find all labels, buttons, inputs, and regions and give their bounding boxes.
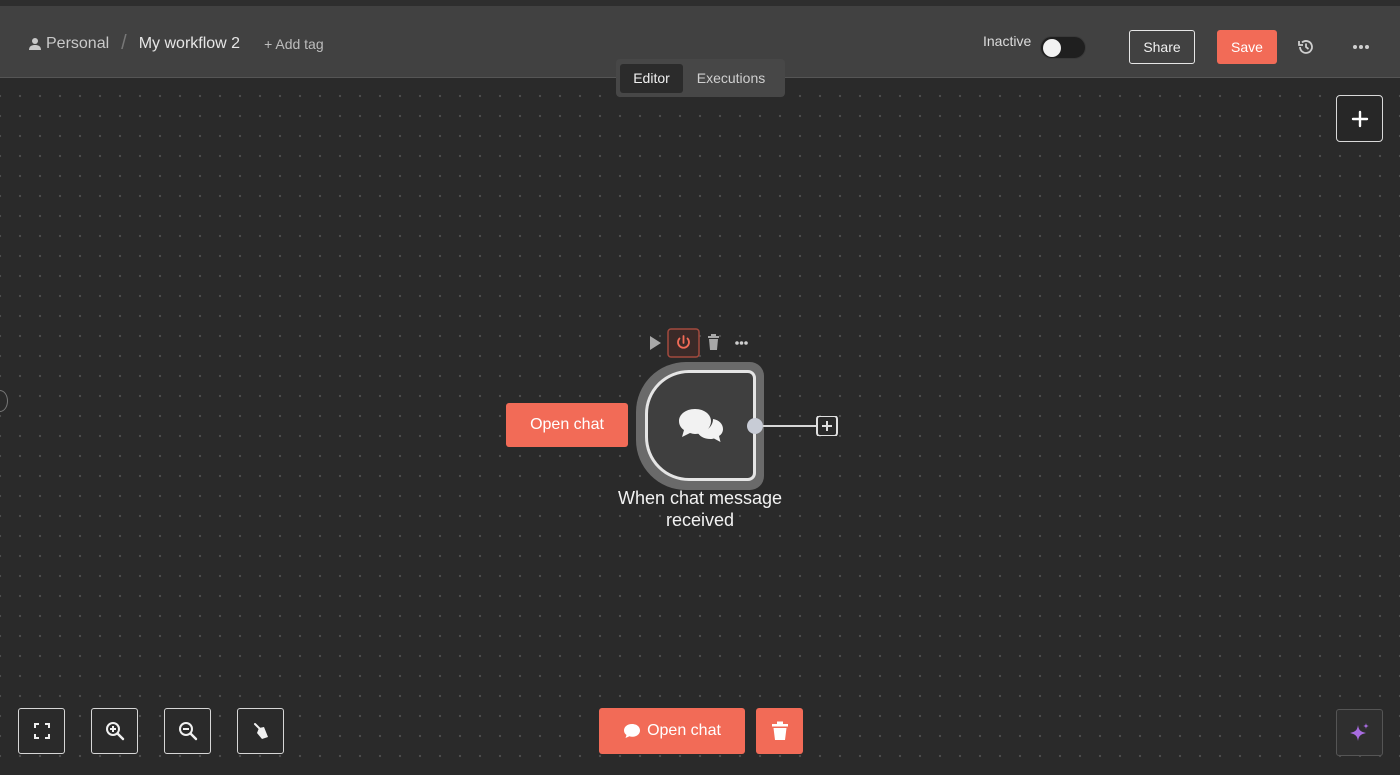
open-chat-label: Open chat	[647, 722, 721, 739]
chat-icon	[624, 724, 641, 738]
zoom-out-icon	[178, 722, 197, 741]
deactivate-node-icon[interactable]	[667, 328, 700, 358]
delete-chat-button[interactable]	[756, 708, 803, 754]
toggle-knob	[1043, 39, 1061, 57]
tab-editor[interactable]: Editor	[620, 63, 683, 93]
add-tag-button[interactable]: + Add tag	[264, 36, 324, 52]
project-link[interactable]: Personal	[46, 35, 109, 53]
share-button[interactable]: Share	[1129, 30, 1195, 64]
add-next-node-icon[interactable]	[816, 416, 838, 436]
canvas-controls	[18, 708, 310, 754]
tidy-up-button[interactable]	[237, 708, 284, 754]
zoom-out-button[interactable]	[164, 708, 211, 754]
node-title-line-1: When chat message	[617, 488, 783, 508]
open-chat-side-button[interactable]: Open chat	[506, 403, 628, 447]
active-status-label: Inactive	[983, 33, 1032, 49]
broom-icon	[253, 723, 268, 739]
person-icon	[29, 37, 41, 50]
more-options-icon[interactable]	[1350, 38, 1372, 56]
view-tabs: Editor Executions	[616, 59, 785, 97]
open-chat-button[interactable]: Open chat	[599, 708, 745, 754]
chat-bubbles-icon	[678, 408, 723, 442]
sparkle-icon	[1349, 722, 1369, 741]
workflow-editor: Personal / My workflow 2 + Add tag Inact…	[0, 0, 1400, 775]
fit-view-icon	[33, 723, 50, 739]
workflow-name[interactable]: My workflow 2	[139, 35, 240, 53]
tab-executions[interactable]: Executions	[683, 64, 779, 93]
plus-icon	[1351, 110, 1368, 127]
node-toolbar	[650, 328, 748, 358]
node-title: When chat message received	[600, 487, 800, 531]
fit-view-button[interactable]	[18, 708, 65, 754]
chat-trigger-node[interactable]	[645, 370, 756, 481]
node-output-connector[interactable]	[746, 416, 846, 436]
node-title-line-2: received	[665, 510, 735, 530]
add-node-button[interactable]	[1336, 95, 1383, 142]
trash-icon	[771, 721, 788, 740]
node-more-icon[interactable]	[735, 341, 748, 345]
save-button[interactable]: Save	[1217, 30, 1277, 64]
breadcrumb: Personal / My workflow 2 + Add tag	[28, 32, 324, 55]
history-icon[interactable]	[1296, 37, 1316, 57]
execute-node-icon[interactable]	[650, 336, 661, 350]
zoom-in-icon	[105, 722, 124, 741]
active-toggle[interactable]	[1040, 36, 1086, 59]
zoom-in-button[interactable]	[91, 708, 138, 754]
breadcrumb-separator: /	[121, 32, 127, 54]
delete-node-icon[interactable]	[708, 334, 719, 350]
ai-assistant-button[interactable]	[1336, 709, 1383, 756]
